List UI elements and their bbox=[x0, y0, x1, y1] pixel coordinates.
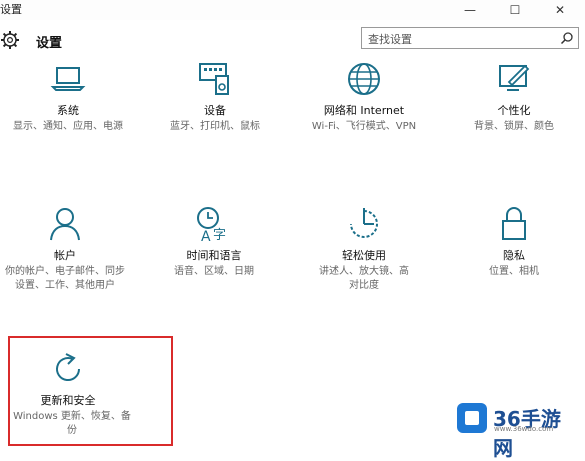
close-button[interactable]: ✕ bbox=[541, 0, 579, 20]
tile-devices-label: 设备 bbox=[204, 104, 226, 117]
svg-text:字: 字 bbox=[213, 228, 226, 243]
svg-text:A: A bbox=[201, 229, 211, 243]
tile-personalization-label: 个性化 bbox=[497, 104, 531, 117]
tile-time-language-desc: 语音、区域、日期 bbox=[174, 266, 254, 277]
tile-ease-of-access-label: 轻松使用 bbox=[342, 249, 386, 262]
tile-time-language[interactable]: A 字 时间和语言 语音、区域、日期 bbox=[136, 205, 292, 279]
tile-update-security[interactable]: 更新和安全 Windows 更新、恢复、备份 bbox=[0, 350, 146, 438]
tile-network-desc: Wi-Fi、飞行模式、VPN bbox=[311, 121, 417, 132]
tile-personalization[interactable]: 个性化 背景、锁屏、颜色 bbox=[436, 60, 585, 134]
lock-icon bbox=[502, 207, 526, 240]
search-box[interactable]: 查找设置 bbox=[361, 27, 579, 49]
tile-system-label: 系统 bbox=[57, 104, 79, 117]
gear-icon bbox=[1, 31, 19, 49]
tile-update-security-label: 更新和安全 bbox=[40, 394, 96, 407]
title-bar: 设置 — ☐ ✕ bbox=[0, 0, 585, 20]
page-title: 设置 bbox=[36, 36, 63, 51]
update-icon bbox=[56, 353, 81, 381]
tile-privacy-label: 隐私 bbox=[503, 249, 525, 262]
tile-time-language-label: 时间和语言 bbox=[186, 249, 242, 262]
settings-header: 设置 查找设置 bbox=[0, 24, 585, 56]
tile-accounts[interactable]: 帐户 你的帐户、电子邮件、同步设置、工作、其他用户 bbox=[0, 205, 143, 293]
tile-ease-of-access[interactable]: 轻松使用 讲述人、放大镜、高对比度 bbox=[286, 205, 442, 293]
globe-icon bbox=[348, 63, 380, 95]
tile-network-label: 网络和 Internet bbox=[323, 104, 405, 117]
tile-network[interactable]: 网络和 Internet Wi-Fi、飞行模式、VPN bbox=[286, 60, 442, 134]
laptop-icon bbox=[50, 67, 86, 91]
ease-of-access-icon bbox=[350, 208, 378, 238]
window-title: 设置 bbox=[0, 3, 22, 16]
account-icon bbox=[50, 208, 80, 241]
tile-privacy[interactable]: 隐私 位置、相机 bbox=[436, 205, 585, 279]
personalize-icon bbox=[499, 64, 530, 91]
devices-icon bbox=[199, 63, 229, 95]
site-watermark: 36手游网 www.36wdo.com bbox=[457, 401, 577, 460]
maximize-button[interactable]: ☐ bbox=[496, 0, 534, 20]
time-language-icon: A 字 bbox=[197, 207, 226, 243]
tile-system[interactable]: 系统 显示、通知、应用、电源 bbox=[0, 60, 146, 134]
tile-update-security-desc: Windows 更新、恢复、备份 bbox=[13, 411, 131, 436]
minimize-button[interactable]: — bbox=[451, 0, 489, 20]
search-icon[interactable] bbox=[560, 31, 574, 45]
tile-accounts-label: 帐户 bbox=[54, 249, 76, 262]
tile-accounts-desc: 你的帐户、电子邮件、同步设置、工作、其他用户 bbox=[5, 266, 125, 291]
tile-privacy-desc: 位置、相机 bbox=[489, 266, 539, 277]
brand-logo-icon bbox=[457, 403, 487, 433]
tile-devices-desc: 蓝牙、打印机、鼠标 bbox=[170, 121, 260, 132]
search-input[interactable]: 查找设置 bbox=[368, 31, 412, 47]
tile-system-desc: 显示、通知、应用、电源 bbox=[13, 121, 123, 132]
tile-ease-of-access-desc: 讲述人、放大镜、高对比度 bbox=[319, 266, 409, 291]
watermark-url: www.36wdo.com bbox=[494, 425, 554, 433]
tile-personalization-desc: 背景、锁屏、颜色 bbox=[474, 121, 554, 132]
tile-devices[interactable]: 设备 蓝牙、打印机、鼠标 bbox=[137, 60, 293, 134]
